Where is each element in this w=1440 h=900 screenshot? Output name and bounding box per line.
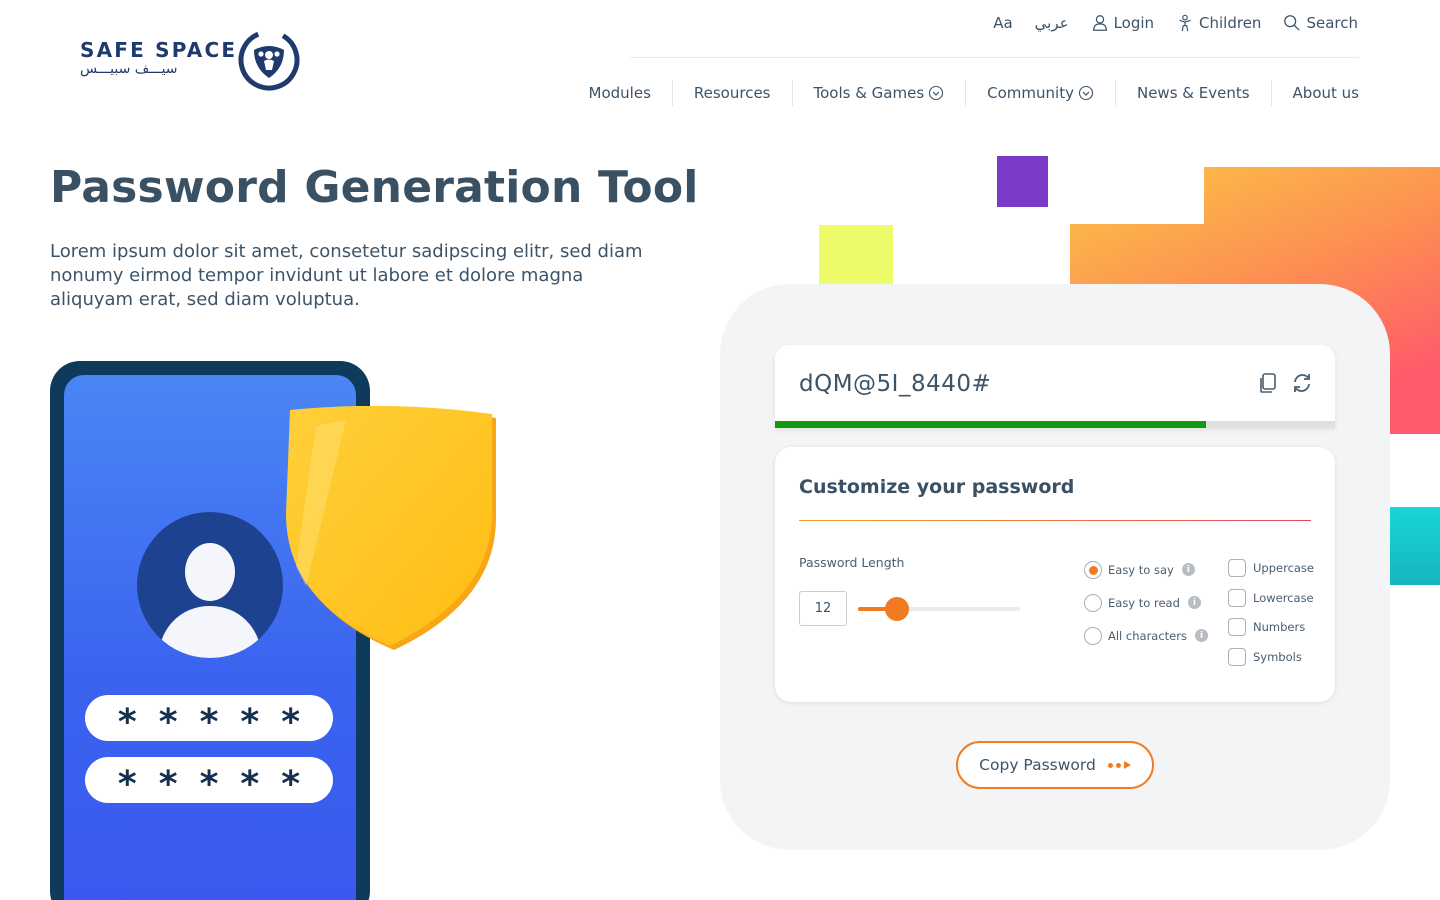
generated-password-field[interactable]: dQM@5I_8440#: [775, 345, 1335, 428]
language-toggle[interactable]: عربي: [1035, 14, 1069, 32]
nav-item-modules[interactable]: Modules: [589, 80, 673, 106]
main-nav: Modules Resources Tools & Games Communit…: [589, 80, 1359, 106]
avatar-body: [159, 606, 261, 658]
avatar-illustration: [137, 512, 283, 658]
nav-item-label: News & Events: [1136, 84, 1250, 102]
customize-divider: [799, 520, 1311, 521]
character-options: Uppercase Lowercase Numbers Symbols: [1228, 553, 1314, 672]
page-title: Password Generation Tool: [50, 162, 699, 213]
mode-option-label: Easy to read: [1108, 595, 1180, 610]
font-size-label: Aa: [993, 14, 1013, 32]
copy-password-label: Copy Password: [979, 756, 1096, 774]
decor-square-yellow: [819, 225, 893, 285]
nav-item-label: Modules: [588, 84, 651, 102]
radio-button[interactable]: [1084, 593, 1102, 612]
radio-button[interactable]: [1084, 560, 1102, 579]
length-label: Password Length: [799, 555, 905, 570]
header-divider: [630, 57, 1359, 58]
customize-title: Customize your password: [799, 476, 1075, 498]
shield-icon: [286, 406, 496, 650]
generated-password[interactable]: dQM@5I_8440#: [799, 371, 991, 397]
strength-meter-fill: [775, 421, 1207, 428]
masked-password-pill: *****: [85, 695, 333, 743]
arrow-dots-icon: [1107, 761, 1131, 769]
font-size-toggle[interactable]: Aa: [993, 14, 1012, 32]
logo-text-arabic: سيـــف سبيـــس: [80, 61, 178, 77]
option-symbols[interactable]: Symbols: [1228, 642, 1314, 672]
nav-item-news-events[interactable]: News & Events: [1116, 80, 1272, 106]
search-label: Search: [1306, 14, 1358, 32]
user-icon: [1092, 15, 1107, 31]
search-link[interactable]: Search: [1283, 14, 1358, 32]
chevron-down-icon: [1078, 85, 1094, 101]
mode-option-easy-say[interactable]: Easy to say i: [1084, 553, 1208, 586]
refresh-icon[interactable]: [1291, 372, 1313, 394]
mode-options: Easy to say i Easy to read i All charact…: [1084, 553, 1208, 652]
info-icon[interactable]: i: [1194, 629, 1208, 642]
option-lowercase[interactable]: Lowercase: [1228, 583, 1314, 613]
option-label: Uppercase: [1253, 560, 1315, 575]
length-slider[interactable]: [858, 597, 1020, 621]
masked-password-pill: *****: [85, 757, 333, 805]
password-tool-panel: dQM@5I_8440# Customize your password Pas…: [720, 284, 1390, 850]
logo-text-english: SAFE SPACE: [80, 38, 238, 62]
info-icon[interactable]: i: [1187, 596, 1201, 609]
avatar-head: [185, 543, 235, 601]
children-label: Children: [1199, 14, 1262, 32]
length-slider-thumb[interactable]: [884, 597, 909, 621]
password-actions: [1257, 372, 1313, 394]
nav-item-label: Tools & Games: [813, 84, 925, 102]
utility-nav: Aa عربي Login Children Search: [993, 14, 1358, 32]
page-description: Lorem ipsum dolor sit amet, consetetur s…: [50, 241, 643, 310]
radio-button[interactable]: [1084, 626, 1102, 645]
site-logo[interactable]: SAFE SPACE سيـــف سبيـــس: [80, 28, 302, 92]
nav-item-about[interactable]: About us: [1272, 80, 1359, 106]
option-label: Symbols: [1253, 649, 1302, 664]
option-uppercase[interactable]: Uppercase: [1228, 553, 1314, 583]
login-label: Login: [1113, 14, 1155, 32]
masked-password-text: *****: [117, 764, 323, 805]
copy-icon[interactable]: [1257, 372, 1279, 394]
decor-square-purple: [997, 156, 1048, 207]
info-icon[interactable]: i: [1181, 563, 1195, 576]
option-label: Numbers: [1253, 620, 1306, 635]
nav-item-resources[interactable]: Resources: [673, 80, 793, 106]
customize-panel: Customize your password Password Length …: [775, 447, 1335, 702]
mode-option-easy-read[interactable]: Easy to read i: [1084, 586, 1208, 619]
option-numbers[interactable]: Numbers: [1228, 612, 1314, 642]
nav-item-label: Community: [987, 84, 1074, 102]
nav-item-tools-games[interactable]: Tools & Games: [793, 80, 967, 106]
language-label: عربي: [1034, 14, 1069, 32]
logo-emblem-icon: [238, 29, 300, 91]
mode-option-label: Easy to say: [1108, 562, 1174, 577]
nav-item-label: Resources: [693, 84, 771, 102]
chevron-down-icon: [929, 85, 944, 101]
child-icon: [1179, 14, 1191, 32]
checkbox[interactable]: [1228, 647, 1246, 666]
strength-meter: [775, 421, 1335, 428]
copy-password-button[interactable]: Copy Password: [956, 741, 1154, 789]
children-link[interactable]: Children: [1176, 14, 1261, 32]
option-label: Lowercase: [1253, 590, 1314, 605]
mode-option-all-characters[interactable]: All characters i: [1084, 619, 1208, 652]
mode-option-label: All characters: [1108, 628, 1187, 643]
masked-password-text: *****: [117, 702, 323, 743]
login-link[interactable]: Login: [1091, 14, 1154, 32]
length-input[interactable]: 12: [799, 591, 847, 626]
checkbox[interactable]: [1228, 588, 1246, 607]
decor-square-teal: [1390, 507, 1440, 585]
search-icon: [1284, 15, 1301, 31]
nav-item-community[interactable]: Community: [966, 80, 1116, 106]
nav-item-label: About us: [1292, 84, 1359, 102]
checkbox[interactable]: [1228, 618, 1246, 637]
checkbox[interactable]: [1228, 558, 1246, 577]
